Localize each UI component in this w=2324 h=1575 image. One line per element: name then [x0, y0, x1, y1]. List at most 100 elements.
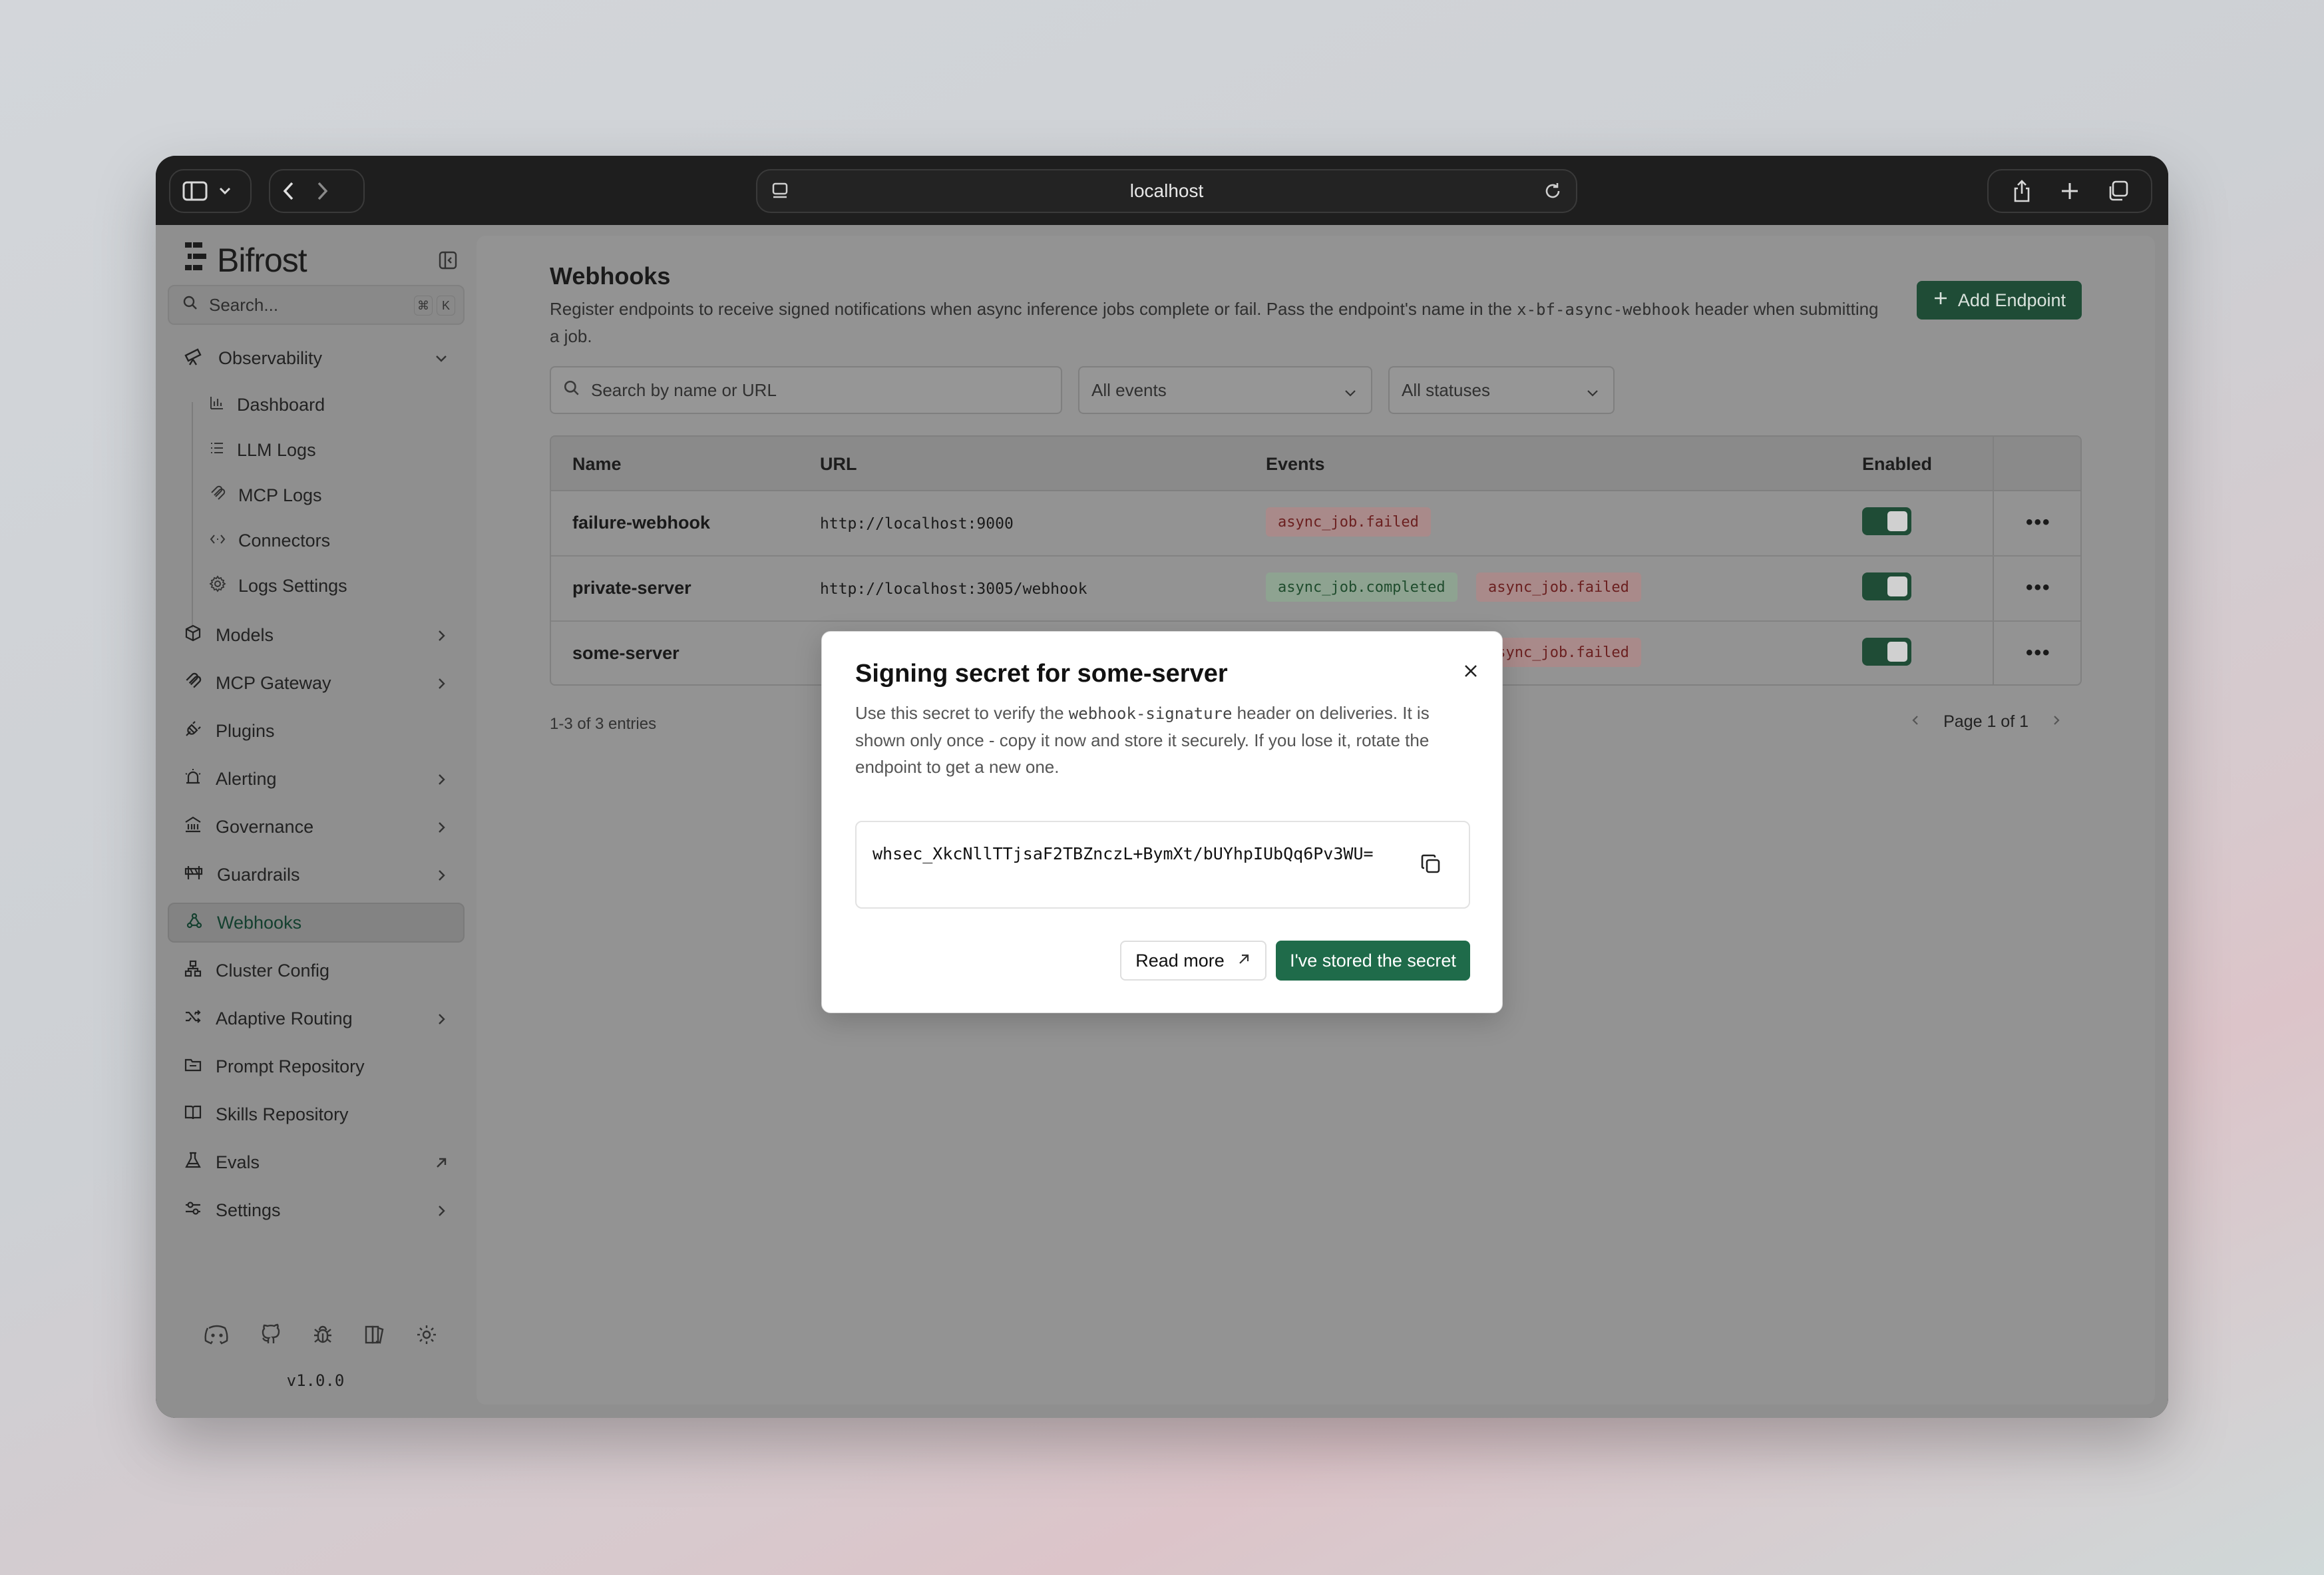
nav-models[interactable]: Models: [168, 615, 465, 655]
sidebar: Bifrost Search... ⌘ K Observability Dash…: [156, 225, 475, 1418]
nav-evals[interactable]: Evals: [168, 1142, 465, 1182]
secret-value[interactable]: whsec_XkcNllTTjsaF2TBZnczL+BymXt/bUYhpIU…: [872, 841, 1405, 867]
page-settings-icon[interactable]: [771, 181, 792, 206]
prev-page-icon[interactable]: [1910, 712, 1921, 732]
enabled-toggle[interactable]: [1862, 638, 1911, 666]
nav-guardrails[interactable]: Guardrails: [168, 855, 465, 895]
next-page-icon[interactable]: [2051, 712, 2062, 732]
nav-alerting-label: Alerting: [216, 768, 277, 789]
status-filter-select[interactable]: All statuses: [1388, 366, 1615, 414]
github-icon[interactable]: [260, 1323, 282, 1349]
nav-logs-settings[interactable]: Logs Settings: [209, 567, 347, 604]
address-bar[interactable]: localhost: [756, 169, 1577, 213]
nav-llm-logs[interactable]: LLM Logs: [209, 431, 316, 469]
chevron-right-icon: [434, 771, 449, 791]
new-tab-icon[interactable]: [2046, 170, 2094, 212]
mcp-icon: [184, 672, 202, 695]
app-version: v1.0.0: [286, 1371, 345, 1390]
nav-webhooks-label: Webhooks: [217, 912, 302, 933]
add-endpoint-label: Add Endpoint: [1957, 290, 2066, 310]
flask-icon: [184, 1151, 202, 1174]
more-actions-icon[interactable]: •••: [2026, 576, 2051, 599]
nav-dashboard-label: Dashboard: [237, 394, 325, 415]
dialog-description: Use this secret to verify the webhook-si…: [855, 700, 1470, 780]
confirm-stored-button[interactable]: I've stored the secret: [1276, 941, 1470, 981]
chevron-right-icon: [434, 819, 449, 839]
shortcut-key-k: K: [437, 296, 455, 316]
sidebar-search[interactable]: Search... ⌘ K: [168, 285, 465, 325]
sidebar-icon[interactable]: [182, 181, 208, 201]
page-description-text-1: Register endpoints to receive signed not…: [550, 299, 1517, 319]
enabled-toggle[interactable]: [1862, 507, 1911, 535]
nav-governance[interactable]: Governance: [168, 807, 465, 847]
sidebar-toggle-group[interactable]: [169, 169, 252, 213]
nav-skills-repository-label: Skills Repository: [216, 1104, 349, 1124]
pagination: Page 1 of 1: [1910, 712, 2062, 732]
nav-mcp-logs[interactable]: MCP Logs: [209, 477, 322, 514]
nav-skills-repository[interactable]: Skills Repository: [168, 1094, 465, 1134]
nav-webhooks[interactable]: Webhooks: [168, 903, 465, 943]
table-row[interactable]: private-server http://localhost:3005/web…: [551, 557, 2080, 622]
tab-overview-icon[interactable]: [2094, 170, 2142, 212]
sidebar-footer-icons: [204, 1323, 438, 1349]
chevron-down-icon[interactable]: [218, 186, 232, 196]
nav-cluster-config[interactable]: Cluster Config: [168, 951, 465, 991]
enabled-toggle[interactable]: [1862, 572, 1911, 600]
dialog-description-text-1: Use this secret to verify the: [855, 703, 1069, 723]
nav-prompt-repository[interactable]: Prompt Repository: [168, 1046, 465, 1086]
chevron-down-icon: [1585, 385, 1600, 405]
nav-dashboard[interactable]: Dashboard: [209, 386, 325, 423]
discord-icon[interactable]: [204, 1323, 230, 1349]
chevron-right-icon: [434, 867, 449, 887]
nav-connectors[interactable]: Connectors: [209, 522, 330, 559]
page-description-code: x-bf-async-webhook: [1517, 300, 1690, 319]
nav-observability-label: Observability: [218, 347, 323, 368]
mcp-icon: [209, 485, 226, 507]
nav-mcp-logs-label: MCP Logs: [238, 485, 322, 505]
shortcut-key-cmd: ⌘: [414, 296, 433, 316]
nav-plugins[interactable]: Plugins: [168, 711, 465, 751]
history-nav[interactable]: [269, 169, 365, 213]
page-title: Webhooks: [550, 262, 671, 290]
secret-field[interactable]: whsec_XkcNllTTjsaF2TBZnczL+BymXt/bUYhpIU…: [855, 821, 1470, 909]
nav-adaptive-routing[interactable]: Adaptive Routing: [168, 999, 465, 1038]
brand-logo[interactable]: Bifrost: [184, 241, 307, 280]
nav-mcp-gateway-label: MCP Gateway: [216, 672, 331, 693]
status-filter-value: All statuses: [1402, 379, 1490, 400]
barrier-icon: [184, 863, 204, 887]
theme-toggle-icon[interactable]: [415, 1323, 438, 1349]
table-row[interactable]: failure-webhook http://localhost:9000 as…: [551, 491, 2080, 557]
nav-settings[interactable]: Settings: [168, 1190, 465, 1230]
bug-icon[interactable]: [311, 1323, 334, 1349]
add-endpoint-button[interactable]: Add Endpoint: [1917, 281, 2082, 320]
external-link-icon: [1237, 951, 1251, 971]
read-more-button[interactable]: Read more: [1120, 941, 1266, 981]
nav-mcp-gateway[interactable]: MCP Gateway: [168, 663, 465, 703]
bifrost-logo-icon: [184, 241, 210, 280]
telescope-icon: [184, 346, 205, 371]
nav-observability[interactable]: Observability: [168, 338, 465, 378]
collapse-sidebar-icon[interactable]: [438, 250, 458, 274]
search-icon: [182, 295, 198, 316]
nav-alerting[interactable]: Alerting: [168, 759, 465, 799]
events-filter-select[interactable]: All events: [1078, 366, 1372, 414]
events-filter-value: All events: [1091, 379, 1167, 400]
read-more-label: Read more: [1135, 950, 1225, 971]
column-header-name: Name: [572, 454, 622, 474]
more-actions-icon[interactable]: •••: [2026, 642, 2051, 664]
siren-icon: [184, 768, 202, 791]
nav-connectors-label: Connectors: [238, 530, 331, 551]
webhook-name: private-server: [572, 578, 691, 598]
search-icon: [563, 379, 580, 401]
share-icon[interactable]: [1998, 170, 2046, 212]
docs-icon[interactable]: [363, 1323, 386, 1349]
copy-icon[interactable]: [1420, 853, 1442, 879]
more-actions-icon[interactable]: •••: [2026, 511, 2051, 534]
nav-logs-settings-label: Logs Settings: [238, 575, 347, 596]
reload-icon[interactable]: [1543, 181, 1563, 206]
nav-plugins-label: Plugins: [216, 720, 275, 741]
back-icon[interactable]: [282, 181, 295, 201]
close-icon[interactable]: [1462, 662, 1479, 683]
forward-icon[interactable]: [315, 181, 329, 201]
webhook-search-input[interactable]: Search by name or URL: [550, 366, 1062, 414]
